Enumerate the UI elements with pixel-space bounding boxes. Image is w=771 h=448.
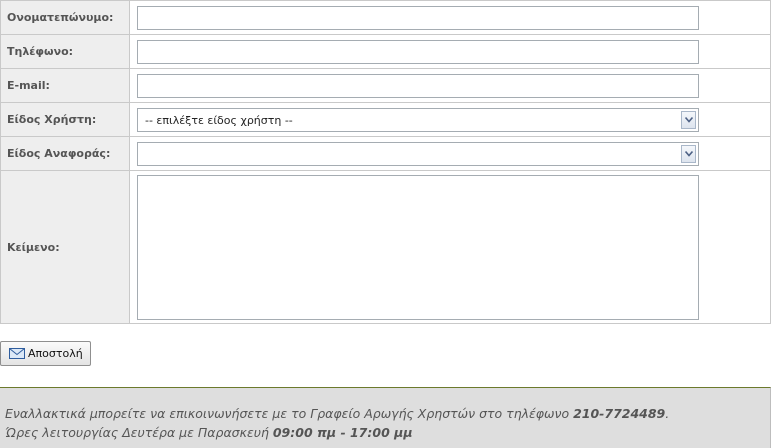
user-type-select[interactable]: -- επιλέξτε είδος χρήστη -- — [137, 107, 699, 132]
report-type-dropdown-button[interactable] — [681, 144, 696, 163]
text-label: Κείμενο: — [0, 170, 130, 324]
contact-form: Ονοματεπώνυμο: Τηλέφωνο: E-mail: Είδος Χ… — [0, 0, 771, 324]
send-button-label: Αποστολή — [28, 347, 83, 360]
report-type-label: Είδος Αναφοράς: — [0, 136, 130, 171]
email-field-cell — [129, 68, 771, 103]
info-phone-number: 210-7724489 — [573, 406, 666, 421]
form-row-name: Ονοματεπώνυμο: — [0, 0, 771, 35]
form-row-user-type: Είδος Χρήστη: -- επιλέξτε είδος χρήστη -… — [0, 102, 771, 137]
chevron-down-icon — [685, 116, 693, 123]
phone-input[interactable] — [137, 39, 699, 64]
phone-label: Τηλέφωνο: — [0, 34, 130, 69]
user-type-dropdown-button[interactable] — [681, 110, 696, 129]
send-button[interactable]: Αποστολή — [0, 341, 91, 366]
user-type-field-cell: -- επιλέξτε είδος χρήστη -- — [129, 102, 771, 137]
form-row-text: Κείμενο: — [0, 170, 771, 324]
chevron-down-icon — [685, 150, 693, 157]
info-line-phone: Εναλλακτικά μπορείτε να επικοινωνήσετε μ… — [5, 406, 669, 421]
contact-form-page: Ονοματεπώνυμο: Τηλέφωνο: E-mail: Είδος Χ… — [0, 0, 771, 448]
info-line-hours: Ώρες λειτουργίας Δευτέρα με Παρασκευή 09… — [5, 425, 413, 440]
phone-field-cell — [129, 34, 771, 69]
report-type-field-cell — [129, 136, 771, 171]
info-hours-text: Ώρες λειτουργίας Δευτέρα με Παρασκευή — [5, 425, 273, 440]
envelope-icon — [9, 348, 25, 359]
user-type-selected-value: -- επιλέξτε είδος χρήστη -- — [145, 113, 293, 127]
info-phone-text: Εναλλακτικά μπορείτε να επικοινωνήσετε μ… — [5, 406, 574, 421]
text-field-cell — [129, 170, 771, 324]
form-row-report-type: Είδος Αναφοράς: — [0, 136, 771, 171]
form-row-phone: Τηλέφωνο: — [0, 34, 771, 69]
report-type-select[interactable] — [137, 141, 699, 166]
email-label: E-mail: — [0, 68, 130, 103]
info-hours-value: 09:00 πμ - 17:00 μμ — [272, 425, 413, 440]
form-row-email: E-mail: — [0, 68, 771, 103]
name-label: Ονοματεπώνυμο: — [0, 0, 130, 35]
user-type-label: Είδος Χρήστη: — [0, 102, 130, 137]
info-line-end: . — [665, 406, 670, 421]
name-field-cell — [129, 0, 771, 35]
contact-info-box: Εναλλακτικά μπορείτε να επικοινωνήσετε μ… — [0, 387, 771, 448]
message-textarea[interactable] — [137, 174, 699, 320]
name-input[interactable] — [137, 5, 699, 30]
email-input[interactable] — [137, 73, 699, 98]
